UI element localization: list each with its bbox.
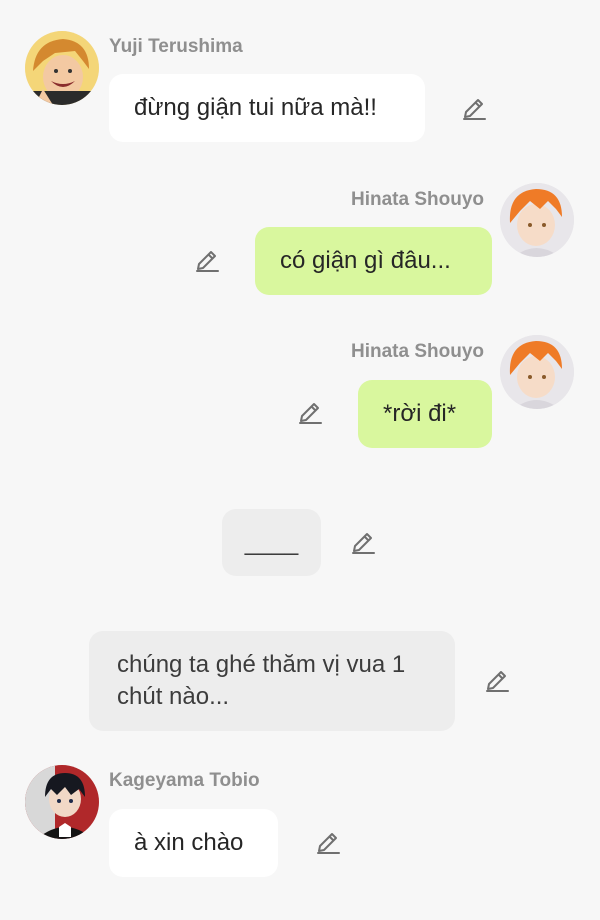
avatar-image <box>500 335 574 409</box>
pencil-edit-icon[interactable] <box>461 96 487 122</box>
message-text: có giận gì đâu... <box>280 247 451 274</box>
avatar-yuji-terushima[interactable] <box>25 31 99 105</box>
avatar-hinata-shouyo[interactable] <box>500 335 574 409</box>
pencil-edit-icon[interactable] <box>315 830 341 856</box>
message-bubble[interactable]: đừng giận tui nữa mà!! <box>109 74 425 142</box>
pencil-edit-icon[interactable] <box>484 668 510 694</box>
message-text: đừng giận tui nữa mà!! <box>134 94 377 121</box>
sender-name: Kageyama Tobio <box>109 770 260 791</box>
pencil-edit-icon[interactable] <box>194 248 220 274</box>
avatar-hinata-shouyo[interactable] <box>500 183 574 257</box>
narration-divider-bubble[interactable]: ____ <box>222 509 321 576</box>
message-bubble[interactable]: có giận gì đâu... <box>255 227 492 295</box>
avatar-image <box>25 765 99 839</box>
sender-name: Hinata Shouyo <box>351 341 485 362</box>
pencil-edit-icon[interactable] <box>350 530 376 556</box>
divider-text: ____ <box>244 528 299 556</box>
message-text: à xin chào <box>134 829 244 856</box>
message-bubble[interactable]: à xin chào <box>109 809 278 877</box>
narration-bubble[interactable]: chúng ta ghé thăm vị vua 1 chút nào... <box>89 631 455 731</box>
avatar-kageyama-tobio[interactable] <box>25 765 99 839</box>
sender-name: Yuji Terushima <box>109 36 243 57</box>
message-bubble[interactable]: *rời đi* <box>358 380 492 448</box>
avatar-image <box>25 31 99 105</box>
avatar-image <box>500 183 574 257</box>
message-text: *rời đi* <box>383 400 457 427</box>
narration-text: chúng ta ghé thăm vị vua 1 chút nào... <box>117 651 406 710</box>
sender-name: Hinata Shouyo <box>351 189 485 210</box>
pencil-edit-icon[interactable] <box>297 400 323 426</box>
